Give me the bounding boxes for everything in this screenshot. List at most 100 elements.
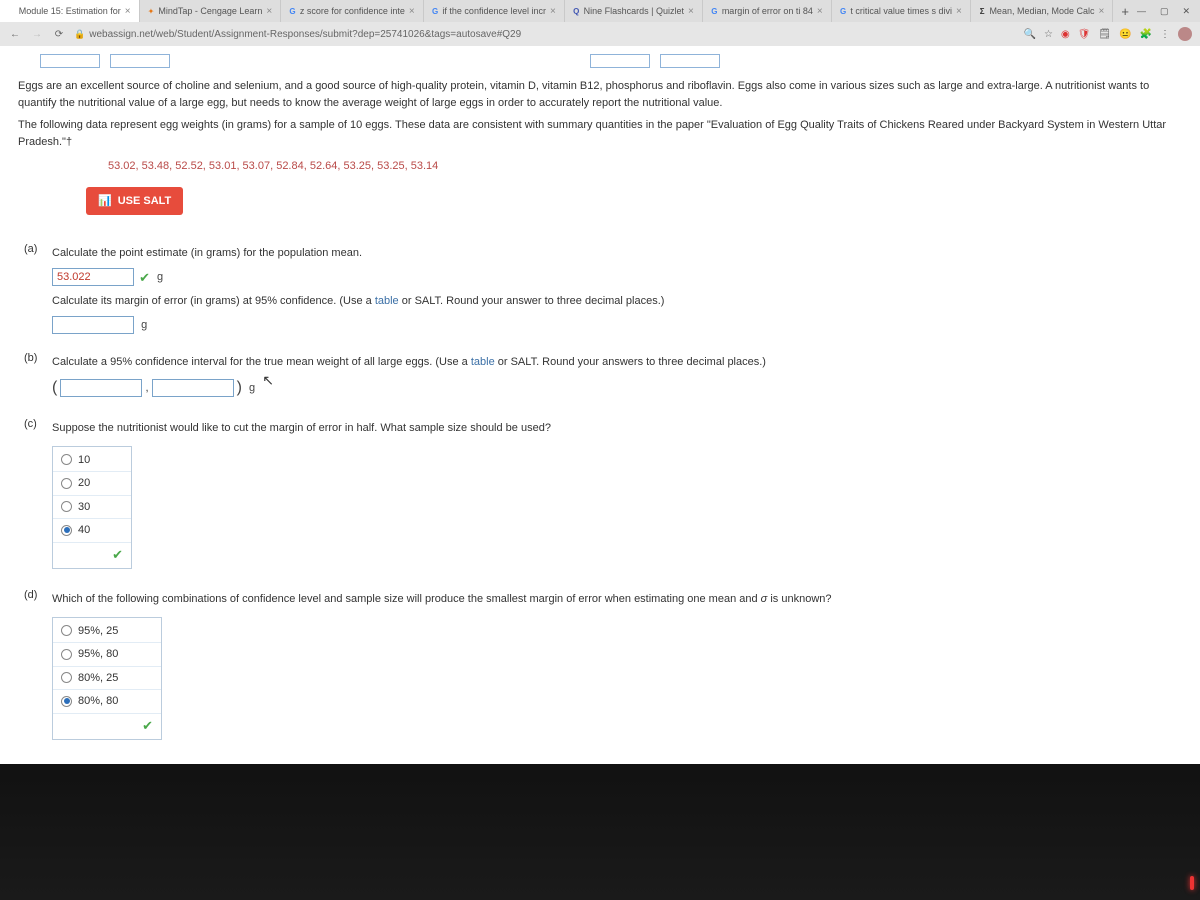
radio-option-95-25[interactable]: 95%, 25	[53, 620, 161, 643]
tab-zscore[interactable]: G z score for confidence inte ×	[281, 0, 424, 22]
part-c: (c) Suppose the nutritionist would like …	[18, 416, 1182, 569]
tab-title: Mean, Median, Mode Calc	[989, 6, 1094, 16]
tab-confidence-level[interactable]: G if the confidence level incr ×	[424, 0, 565, 22]
tab-quizlet[interactable]: Q Nine Flashcards | Quizlet ×	[565, 0, 703, 22]
radio-option-80-25[interactable]: 80%, 25	[53, 666, 161, 690]
lock-icon: 🔒	[74, 29, 85, 40]
part-a-q2: Calculate its margin of error (in grams)…	[52, 293, 1182, 310]
address-bar: ← → ⟳ 🔒 webassign.net/web/Student/Assign…	[0, 22, 1200, 46]
radio-icon	[61, 625, 72, 636]
part-d-options: 95%, 25 95%, 80 80%, 25 80%, 80 ✔	[52, 617, 162, 741]
google-icon: G	[711, 6, 718, 16]
radio-label: 20	[78, 475, 90, 492]
google-icon: G	[289, 6, 296, 16]
minimize-icon[interactable]: —	[1137, 6, 1146, 17]
radio-option-20[interactable]: 20	[53, 471, 131, 495]
face-icon[interactable]: 😐	[1119, 29, 1131, 40]
radio-label: 10	[78, 452, 90, 469]
part-label: (a)	[18, 241, 52, 340]
ci-lower-input[interactable]	[60, 379, 142, 397]
part-d-q: Which of the following combinations of c…	[52, 591, 1182, 608]
use-salt-button[interactable]: 📊 USE SALT	[86, 187, 183, 216]
close-icon[interactable]: ×	[550, 6, 556, 17]
radio-option-95-80[interactable]: 95%, 80	[53, 642, 161, 666]
tab-module-15[interactable]: Module 15: Estimation for ×	[0, 0, 140, 22]
menu-icon[interactable]: ⋮	[1160, 29, 1170, 40]
radio-label: 95%, 80	[78, 646, 118, 663]
part-b-q: Calculate a 95% confidence interval for …	[52, 354, 1182, 371]
radio-icon	[61, 454, 72, 465]
part-b: (b) Calculate a 95% confidence interval …	[18, 350, 1182, 407]
close-window-icon[interactable]: ✕	[1182, 6, 1190, 17]
puzzle-icon[interactable]: 🧩	[1140, 29, 1152, 40]
intro-paragraph-1: Eggs are an excellent source of choline …	[18, 78, 1182, 111]
radio-label: 40	[78, 522, 90, 539]
tab-favicon	[8, 6, 15, 16]
part-a: (a) Calculate the point estimate (in gra…	[18, 241, 1182, 340]
point-estimate-input[interactable]	[52, 268, 134, 286]
extension-icons: 🔍 ☆ ◉ 🛡 🗒 😐 🧩 ⋮	[1024, 27, 1192, 41]
url-display[interactable]: 🔒 webassign.net/web/Student/Assignment-R…	[74, 29, 521, 40]
toolbar-box[interactable]	[590, 54, 650, 68]
google-icon: G	[840, 6, 847, 16]
toolbar-box[interactable]	[660, 54, 720, 68]
browser-tab-bar: Module 15: Estimation for × ✦ MindTap - …	[0, 0, 1200, 22]
avatar[interactable]	[1178, 27, 1192, 41]
search-icon[interactable]: 🔍	[1024, 29, 1036, 40]
part-c-q: Suppose the nutritionist would like to c…	[52, 420, 1182, 437]
part-label: (d)	[18, 587, 52, 740]
table-link[interactable]: table	[471, 356, 495, 368]
sigma-icon: Σ	[979, 6, 986, 16]
reload-button[interactable]: ⟳	[52, 29, 66, 40]
toolbar-box[interactable]	[40, 54, 100, 68]
close-icon[interactable]: ×	[688, 6, 694, 17]
radio-option-40[interactable]: 40	[53, 518, 131, 542]
close-icon[interactable]: ×	[817, 6, 823, 17]
close-icon[interactable]: ×	[1099, 6, 1105, 17]
salt-label: USE SALT	[118, 193, 172, 210]
close-icon[interactable]: ×	[409, 6, 415, 17]
toolbar-box[interactable]	[110, 54, 170, 68]
tab-tcritical[interactable]: G t critical value times s divi ×	[832, 0, 971, 22]
tab-title: Nine Flashcards | Quizlet	[584, 6, 684, 16]
quizlet-icon: Q	[573, 6, 580, 16]
radio-label: 80%, 25	[78, 670, 118, 687]
unit-label: g	[141, 319, 147, 331]
close-icon[interactable]: ×	[956, 6, 962, 17]
url-text: webassign.net/web/Student/Assignment-Res…	[89, 29, 521, 40]
part-label: (b)	[18, 350, 52, 407]
forward-button[interactable]: →	[30, 29, 44, 40]
google-icon: G	[432, 6, 439, 16]
tab-mean-median[interactable]: Σ Mean, Median, Mode Calc ×	[971, 0, 1114, 22]
cursor-icon: ↖	[262, 372, 274, 388]
radio-option-10[interactable]: 10	[53, 449, 131, 472]
radio-icon	[61, 696, 72, 707]
new-tab-button[interactable]: +	[1113, 4, 1137, 19]
part-a-q1: Calculate the point estimate (in grams) …	[52, 245, 1182, 262]
close-icon[interactable]: ×	[125, 6, 131, 17]
maximize-icon[interactable]: ▢	[1160, 6, 1169, 17]
check-icon: ✔	[112, 547, 123, 562]
radio-label: 95%, 25	[78, 623, 118, 640]
tab-mindtap[interactable]: ✦ MindTap - Cengage Learn ×	[140, 0, 282, 22]
sample-data: 53.02, 53.48, 52.52, 53.01, 53.07, 52.84…	[108, 158, 1182, 175]
ext-red-icon[interactable]: ◉	[1061, 29, 1070, 40]
ci-upper-input[interactable]	[152, 379, 234, 397]
note-icon[interactable]: 🗒	[1098, 29, 1111, 40]
radio-option-80-80[interactable]: 80%, 80	[53, 689, 161, 713]
webassign-toolbar	[0, 46, 1200, 68]
shield-icon[interactable]: 🛡	[1078, 29, 1091, 40]
close-icon[interactable]: ×	[266, 6, 272, 17]
question-content: Eggs are an excellent source of choline …	[0, 68, 1200, 764]
tab-title: t critical value times s divi	[850, 6, 952, 16]
table-link[interactable]: table	[375, 295, 399, 307]
tab-title: z score for confidence inte	[300, 6, 405, 16]
tab-title: Module 15: Estimation for	[19, 6, 121, 16]
unit-label: g	[157, 271, 163, 283]
back-button[interactable]: ←	[8, 29, 22, 40]
intro-paragraph-2: The following data represent egg weights…	[18, 117, 1182, 150]
margin-error-input[interactable]	[52, 316, 134, 334]
radio-option-30[interactable]: 30	[53, 495, 131, 519]
tab-margin-error[interactable]: G margin of error on ti 84 ×	[703, 0, 832, 22]
star-icon[interactable]: ☆	[1044, 29, 1053, 40]
